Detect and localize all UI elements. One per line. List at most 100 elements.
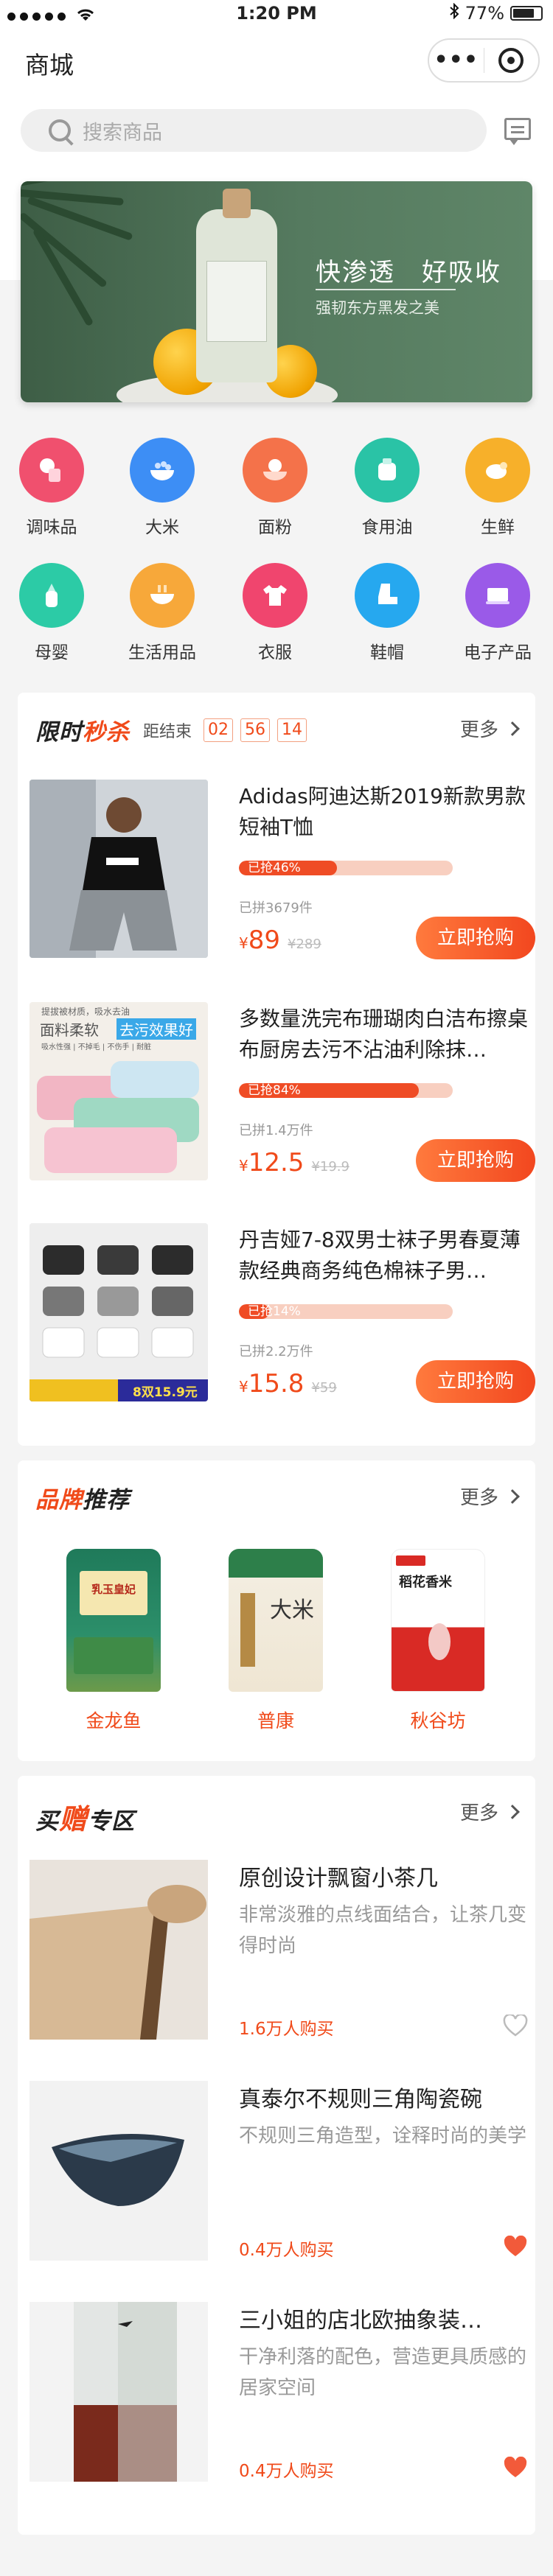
buy-now-button[interactable]: 立即抢购 <box>416 1360 535 1403</box>
brand-item[interactable]: 稻花香米 秋谷坊 <box>364 1549 512 1733</box>
promo-banner[interactable]: 快渗透 好吸收 强韧东方黑发之美 <box>21 181 532 402</box>
image-caption: 吸水性强 | 不掉毛 | 不伤手 | 耐脏 <box>41 1043 152 1051</box>
battery-percent: 77% <box>465 3 504 24</box>
gift-product-item[interactable]: 原创设计飘窗小茶几 非常淡雅的点线面结合，让茶几变得时尚 1.6万人购买 <box>29 1860 528 2051</box>
product-title: 原创设计飘窗小茶几 <box>239 1866 438 1891</box>
product-title: 丹吉娅7-8双男士袜子男春夏薄款经典商务纯色棉袜子男… <box>239 1228 521 1283</box>
brand-item[interactable]: 乳玉皇妃 金龙鱼 <box>40 1549 187 1733</box>
image-caption: 面料柔软 <box>40 1021 99 1039</box>
sold-count: 已拼2.2万件 <box>239 1344 313 1359</box>
product-description: 不规则三角造型，诠释时尚的美学 <box>239 2125 527 2147</box>
banner-subtitle: 强韧东方黑发之美 <box>316 299 439 317</box>
heart-outline-icon[interactable] <box>503 2015 528 2037</box>
sale-progress-bar: 已抢84% <box>239 1083 453 1098</box>
status-bar: 1:20 PM 77% <box>0 0 553 29</box>
product-image <box>29 2081 208 2261</box>
original-price: ¥59 <box>311 1380 337 1396</box>
buy-now-button[interactable]: 立即抢购 <box>416 1139 535 1182</box>
section-title: 限时秒杀 <box>35 719 130 746</box>
flash-sale-item[interactable]: 8双15.9元 丹吉娅7-8双男士袜子男春夏薄款经典商务纯色棉袜子男… 已抢14… <box>29 1223 535 1407</box>
category-item-daily-goods[interactable]: 生活用品 <box>111 563 214 663</box>
leaf-decoration <box>21 181 161 327</box>
close-button[interactable] <box>484 48 539 73</box>
category-label: 电子产品 <box>464 643 532 662</box>
brand-name: 金龙鱼 <box>86 1710 142 1732</box>
product-bottle <box>196 189 277 382</box>
heart-filled-icon[interactable] <box>503 2457 528 2479</box>
flash-sale-section: 限时秒杀 距结束 02 56 14 更多 Adidas阿迪达斯2019新款男款短… <box>18 693 535 1446</box>
category-label: 生活用品 <box>128 643 196 662</box>
seasoning-icon <box>19 438 84 503</box>
flash-sale-item[interactable]: 提拔被材质，吸水去油 面料柔软 去污效果好 吸水性强 | 不掉毛 | 不伤手 |… <box>29 1002 535 1186</box>
gift-product-item[interactable]: 三小姐的店北欧抽象装… 干净利落的配色，营造更具质感的居家空间 0.4万人购买 <box>29 2302 528 2493</box>
sold-count: 已拼3679件 <box>239 900 313 916</box>
flour-bowl-icon <box>243 438 307 503</box>
product-description: 干净利落的配色，营造更具质感的居家空间 <box>239 2346 527 2399</box>
product-title: 真泰尔不规则三角陶瓷碗 <box>239 2087 482 2113</box>
product-description: 非常淡雅的点线面结合，让茶几变得时尚 <box>239 1904 527 1957</box>
product-title: 三小姐的店北欧抽象装… <box>239 2308 482 2334</box>
fresh-fruit-icon <box>465 438 530 503</box>
category-item-fresh[interactable]: 生鲜 <box>446 438 549 538</box>
progress-label: 已抢14% <box>248 1304 301 1319</box>
section-title: 买赠专区 <box>35 1803 136 1835</box>
category-label: 鞋帽 <box>370 643 404 662</box>
close-circle-icon <box>498 48 524 73</box>
category-item-shoes-hats[interactable]: 鞋帽 <box>335 563 439 663</box>
search-input[interactable]: 搜索商品 <box>21 109 487 152</box>
category-item-clothes[interactable]: 衣服 <box>223 563 327 663</box>
category-item-rice[interactable]: 大米 <box>111 438 214 538</box>
category-item-oil[interactable]: 食用油 <box>335 438 439 538</box>
price: ¥89 ¥289 <box>239 925 321 955</box>
category-label: 母婴 <box>35 643 69 662</box>
banner-divider <box>316 289 456 290</box>
boot-icon <box>355 563 420 628</box>
product-image <box>29 2302 208 2482</box>
gift-product-item[interactable]: 真泰尔不规则三角陶瓷碗 不规则三角造型，诠释时尚的美学 0.4万人购买 <box>29 2081 528 2272</box>
product-image: 提拔被材质，吸水去油 面料柔软 去污效果好 吸水性强 | 不掉毛 | 不伤手 |… <box>29 1002 208 1180</box>
category-label: 大米 <box>145 518 179 537</box>
banner-title: 快渗透 好吸收 <box>316 258 501 287</box>
brand-name: 普康 <box>257 1710 294 1732</box>
clothes-icon <box>243 563 307 628</box>
more-link[interactable]: 更多 <box>460 1483 520 1510</box>
brand-recommend-section: 品牌推荐 更多 乳玉皇妃 金龙鱼 大米 普康 稻花香米 秋谷坊 <box>18 1460 535 1761</box>
product-image <box>29 1860 208 2040</box>
more-menu-button[interactable]: ••• <box>429 49 484 71</box>
brand-item[interactable]: 大米 普康 <box>202 1549 349 1733</box>
brand-name: 秋谷坊 <box>410 1710 466 1732</box>
countdown-minutes: 56 <box>240 718 271 742</box>
category-item-seasoning[interactable]: 调味品 <box>0 438 103 538</box>
message-icon[interactable] <box>504 118 531 145</box>
sold-count: 已拼1.4万件 <box>239 1123 313 1138</box>
page-title: 商城 <box>25 51 74 80</box>
original-price: ¥289 <box>288 937 321 952</box>
search-placeholder: 搜索商品 <box>83 121 162 144</box>
more-link[interactable]: 更多 <box>460 715 520 742</box>
category-item-flour[interactable]: 面粉 <box>223 438 327 538</box>
category-label: 生鲜 <box>481 518 515 537</box>
category-label: 衣服 <box>258 643 292 662</box>
section-title: 品牌推荐 <box>35 1487 130 1513</box>
category-item-electronics[interactable]: 电子产品 <box>446 563 549 663</box>
buy-now-button[interactable]: 立即抢购 <box>416 917 535 959</box>
original-price: ¥19.9 <box>311 1159 349 1175</box>
more-link[interactable]: 更多 <box>460 1798 520 1825</box>
image-caption: 8双15.9元 <box>133 1385 198 1400</box>
bluetooth-icon <box>449 2 459 24</box>
rice-bag-image: 乳玉皇妃 <box>66 1549 161 1692</box>
rice-bag-image: 稻花香米 <box>391 1549 485 1692</box>
heart-filled-icon[interactable] <box>503 2236 528 2258</box>
rice-bowl-icon <box>130 438 195 503</box>
baby-bottle-icon <box>19 563 84 628</box>
category-label: 调味品 <box>26 518 77 537</box>
progress-label: 已抢46% <box>248 861 301 875</box>
category-item-baby[interactable]: 母婴 <box>0 563 103 663</box>
flash-sale-item[interactable]: Adidas阿迪达斯2019新款男款短袖T恤 已抢46% 已拼3679件 ¥89… <box>29 780 535 964</box>
pack-text: 乳玉皇妃 <box>91 1583 136 1596</box>
rice-bag-image: 大米 <box>229 1549 323 1692</box>
pack-text: 稻花香米 <box>399 1575 452 1590</box>
product-title: 多数量洗完布珊瑚肉白洁布擦桌布厨房去污不沾油利除抹… <box>239 1007 529 1062</box>
progress-label: 已抢84% <box>248 1083 301 1098</box>
sale-progress-bar: 已抢46% <box>239 861 453 875</box>
